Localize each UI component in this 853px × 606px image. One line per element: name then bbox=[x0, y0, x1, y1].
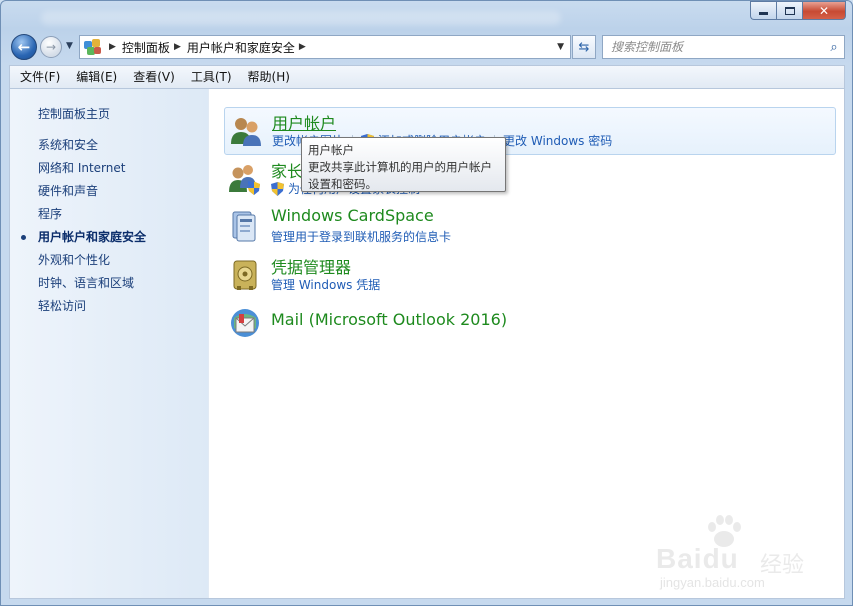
sidebar-item-user-accounts[interactable]: 用户帐户和家庭安全 bbox=[20, 229, 146, 252]
address-bar[interactable]: ▶ 控制面板 ▶ 用户帐户和家庭安全 ▶ ▼ bbox=[79, 35, 571, 59]
change-windows-password-link[interactable]: 更改 Windows 密码 bbox=[503, 132, 612, 149]
caption-buttons: ✕ bbox=[750, 1, 846, 21]
arrow-left-icon: ← bbox=[17, 38, 31, 56]
search-box: ⌕ bbox=[602, 35, 845, 59]
watermark-cn: 经验 bbox=[760, 553, 805, 578]
sidebar-item-hardware-sound[interactable]: 硬件和声音 bbox=[38, 183, 146, 206]
watermark-brand: Baidu bbox=[656, 543, 739, 574]
users-icon bbox=[231, 118, 261, 146]
tooltip-body-line2: 设置和密码。 bbox=[308, 177, 377, 191]
category-credential-manager: 凭据管理器 管理 Windows 凭据 bbox=[224, 252, 836, 300]
breadcrumb-arrow-icon[interactable]: ▶ bbox=[109, 42, 116, 52]
close-button[interactable]: ✕ bbox=[802, 1, 846, 20]
tooltip-title: 用户帐户 bbox=[308, 143, 354, 157]
sidebar-category-list: 系统和安全 网络和 Internet 硬件和声音 程序 用户帐户和家庭安全 外观… bbox=[20, 137, 146, 321]
breadcrumb-arrow-icon[interactable]: ▶ bbox=[174, 42, 181, 52]
sidebar-item-programs[interactable]: 程序 bbox=[38, 206, 146, 229]
address-dropdown-icon[interactable]: ▼ bbox=[557, 42, 564, 52]
menu-bar: 文件(F) 编辑(E) 查看(V) 工具(T) 帮助(H) bbox=[9, 65, 845, 88]
sidebar-home-link[interactable]: 控制面板主页 bbox=[38, 105, 110, 122]
menu-view[interactable]: 查看(V) bbox=[125, 66, 183, 88]
search-input[interactable] bbox=[603, 37, 824, 57]
tooltip: 用户帐户 更改共享此计算机的用户的用户帐户 设置和密码。 bbox=[301, 137, 506, 192]
credential-vault-icon bbox=[233, 260, 257, 290]
category-title[interactable]: 凭据管理器 bbox=[271, 254, 351, 278]
category-title[interactable]: 用户帐户 bbox=[272, 110, 336, 134]
category-title[interactable]: Mail (Microsoft Outlook 2016) bbox=[271, 310, 507, 329]
arrow-right-icon: → bbox=[45, 40, 57, 54]
mail-icon bbox=[231, 309, 259, 337]
close-icon: ✕ bbox=[818, 3, 830, 18]
breadcrumb-arrow-icon[interactable]: ▶ bbox=[299, 42, 306, 52]
menu-edit[interactable]: 编辑(E) bbox=[68, 66, 125, 88]
maximize-button[interactable] bbox=[776, 1, 802, 20]
category-links: 管理用于登录到联机服务的信息卡 bbox=[271, 228, 451, 245]
menu-tools[interactable]: 工具(T) bbox=[183, 66, 240, 88]
category-links: 管理 Windows 凭据 bbox=[271, 276, 380, 293]
breadcrumb-control-panel[interactable]: 控制面板 bbox=[122, 39, 170, 56]
sidebar-item-system-security[interactable]: 系统和安全 bbox=[38, 137, 146, 160]
control-panel-window: ✕ ← → ▼ ▶ 控制面板 ▶ 用户帐户和家庭安全 ▶ ▼ ⇆ ⌕ 文件(F)… bbox=[0, 0, 853, 606]
parental-controls-icon bbox=[229, 165, 260, 195]
manage-info-cards-link[interactable]: 管理用于登录到联机服务的信息卡 bbox=[271, 228, 451, 245]
maximize-icon bbox=[784, 6, 795, 15]
baidu-watermark: Baidu 经验 jingyan.baidu.com bbox=[656, 513, 826, 593]
navigation-bar: ← → ▼ ▶ 控制面板 ▶ 用户帐户和家庭安全 ▶ ▼ ⇆ ⌕ bbox=[9, 32, 845, 62]
sidebar-item-clock-region[interactable]: 时钟、语言和区域 bbox=[38, 275, 146, 298]
category-cardspace: Windows CardSpace 管理用于登录到联机服务的信息卡 bbox=[224, 204, 836, 252]
control-panel-icon bbox=[84, 39, 102, 55]
forward-button[interactable]: → bbox=[40, 36, 62, 58]
breadcrumb-user-accounts[interactable]: 用户帐户和家庭安全 bbox=[187, 39, 295, 56]
uac-shield-icon bbox=[271, 181, 284, 196]
category-title[interactable]: Windows CardSpace bbox=[271, 206, 434, 225]
sidebar: 控制面板主页 系统和安全 网络和 Internet 硬件和声音 程序 用户帐户和… bbox=[10, 89, 209, 598]
category-mail: Mail (Microsoft Outlook 2016) bbox=[224, 300, 836, 348]
refresh-button[interactable]: ⇆ bbox=[572, 35, 596, 59]
tooltip-body-line1: 更改共享此计算机的用户的用户帐户 bbox=[308, 160, 492, 174]
refresh-icon: ⇆ bbox=[578, 39, 590, 55]
recent-pages-button[interactable]: ▼ bbox=[66, 41, 73, 51]
back-button[interactable]: ← bbox=[11, 34, 37, 60]
watermark-url: jingyan.baidu.com bbox=[660, 575, 765, 590]
cardspace-icon bbox=[232, 211, 256, 242]
menu-file[interactable]: 文件(F) bbox=[12, 66, 68, 88]
window-caption-title bbox=[41, 11, 561, 25]
sidebar-item-network[interactable]: 网络和 Internet bbox=[38, 160, 146, 183]
sidebar-item-appearance[interactable]: 外观和个性化 bbox=[38, 252, 146, 275]
search-icon[interactable]: ⌕ bbox=[824, 40, 844, 55]
sidebar-item-ease-of-access[interactable]: 轻松访问 bbox=[38, 298, 146, 321]
minimize-icon bbox=[759, 12, 768, 15]
manage-windows-credentials-link[interactable]: 管理 Windows 凭据 bbox=[271, 276, 380, 293]
menu-help[interactable]: 帮助(H) bbox=[240, 66, 298, 88]
minimize-button[interactable] bbox=[750, 1, 776, 20]
